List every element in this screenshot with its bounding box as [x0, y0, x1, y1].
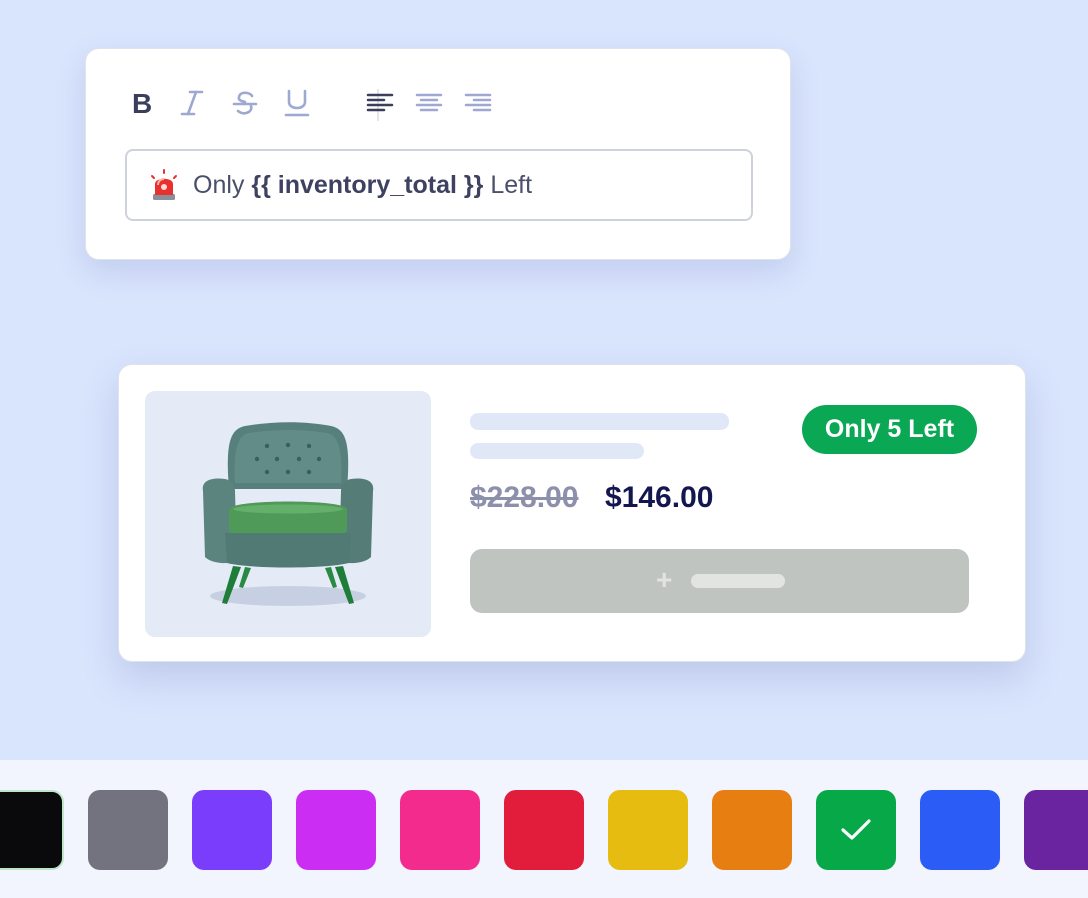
- swatch-orange[interactable]: [712, 790, 792, 870]
- swatch-blue[interactable]: [920, 790, 1000, 870]
- swatch-violet[interactable]: [192, 790, 272, 870]
- align-left-icon: [366, 93, 394, 112]
- italic-button[interactable]: [174, 85, 210, 121]
- title-skeleton: [470, 413, 729, 430]
- plus-icon: +: [656, 564, 673, 595]
- swatch-yellow[interactable]: [608, 790, 688, 870]
- button-label-skeleton: [691, 574, 785, 588]
- align-right-icon: [464, 93, 492, 112]
- field-text-after: Left: [490, 170, 533, 199]
- text-editor-card: B Only {{inventory_total}} Left: [85, 48, 791, 260]
- align-center-icon: [415, 93, 443, 112]
- subtitle-skeleton: [470, 443, 644, 459]
- bold-icon: B: [132, 88, 152, 118]
- badge-text-input[interactable]: Only {{ inventory_total }} Left: [125, 149, 753, 221]
- product-image: [145, 391, 431, 637]
- field-variable-token: {{ inventory_total }}: [251, 170, 484, 199]
- svg-text:B: B: [132, 88, 152, 118]
- align-center-button[interactable]: [411, 85, 447, 121]
- sale-price: $146.00: [605, 481, 714, 514]
- swatch-pink[interactable]: [400, 790, 480, 870]
- swatch-black[interactable]: [0, 790, 64, 870]
- swatch-purple[interactable]: [1024, 790, 1088, 870]
- swatch-red[interactable]: [504, 790, 584, 870]
- check-icon: [841, 819, 871, 840]
- original-price: $228.00: [470, 481, 579, 514]
- align-right-button[interactable]: [460, 85, 496, 121]
- align-left-button[interactable]: [362, 85, 398, 121]
- bold-button[interactable]: B: [126, 85, 162, 121]
- product-card: Only 5 Left $228.00 $146.00 +: [118, 364, 1026, 662]
- underline-icon: [284, 89, 310, 117]
- strikethrough-button[interactable]: [227, 85, 263, 121]
- formatting-toolbar: B: [126, 85, 546, 121]
- color-swatch-bar: [0, 760, 1088, 898]
- field-text-before: Only: [193, 170, 245, 199]
- swatch-green-selected[interactable]: [816, 790, 896, 870]
- stock-badge: Only 5 Left: [802, 405, 977, 454]
- strikethrough-icon: [232, 91, 258, 115]
- siren-icon: [151, 169, 177, 200]
- armchair-image: [202, 422, 374, 606]
- swatch-magenta[interactable]: [296, 790, 376, 870]
- underline-button[interactable]: [279, 85, 315, 121]
- italic-icon: [180, 90, 204, 116]
- add-to-cart-button[interactable]: +: [470, 549, 969, 613]
- swatch-gray[interactable]: [88, 790, 168, 870]
